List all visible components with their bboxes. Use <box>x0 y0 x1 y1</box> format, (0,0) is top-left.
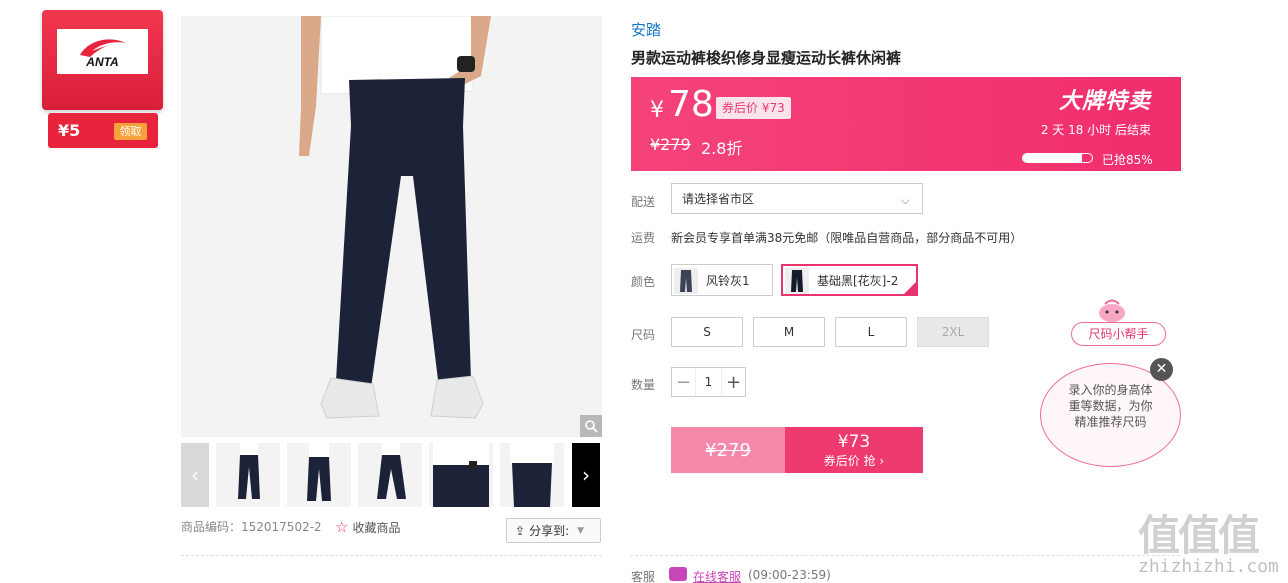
color-option-gray[interactable]: 风铃灰1 <box>671 264 773 296</box>
coupon-amount: ¥5 <box>58 121 81 140</box>
quantity-decrease-button[interactable]: − <box>672 368 695 396</box>
watermark-logo: 值值值 <box>1138 511 1260 560</box>
thumbnail-next-button[interactable]: › <box>572 443 600 507</box>
thumbnail-5[interactable] <box>500 443 564 507</box>
region-select-value: 请选择省市区 <box>682 192 755 206</box>
share-button[interactable]: ⇪ 分享到: ▼ <box>506 518 601 543</box>
product-code: 商品编码：152017502-2 <box>181 520 322 534</box>
thumbnail-3[interactable] <box>358 443 422 507</box>
close-icon[interactable]: ✕ <box>1150 358 1173 381</box>
sales-progress-fill <box>1023 154 1082 162</box>
thumbnail-2[interactable] <box>287 443 351 507</box>
thumbnail-1[interactable] <box>216 443 280 507</box>
star-icon: ☆ <box>335 518 349 536</box>
anta-logo: ANTA <box>57 29 148 74</box>
size-option-2xl: 2XL <box>917 317 989 347</box>
size-option-m[interactable]: M <box>753 317 825 347</box>
size-label: 尺码 <box>631 328 656 342</box>
product-title: 男款运动裤梭织修身显瘦运动长裤休闲裤 <box>631 49 902 67</box>
discount: 2.8折 <box>701 139 743 158</box>
coupon-price-badge: 券后价 ¥73 <box>716 97 791 119</box>
logo-text: ANTA <box>86 54 119 69</box>
selected-check-icon <box>904 282 916 294</box>
quantity-label: 数量 <box>631 378 656 392</box>
share-icon: ⇪ <box>515 523 526 538</box>
sale-title: 大牌特卖 <box>1058 89 1151 114</box>
brand-card[interactable]: ANTA <box>42 10 163 110</box>
shipping-text: 新会员专享首单满38元免邮（限唯品自营商品，部分商品不可用） <box>671 231 1023 245</box>
price-panel: ¥ 78 券后价 ¥73 ¥279 2.8折 大牌特卖 2 天 18 小时 后结… <box>631 77 1181 171</box>
brand-coupon[interactable]: ¥5 领取 <box>48 113 158 148</box>
pants-model-illustration <box>181 16 602 437</box>
quantity-input[interactable]: 1 <box>695 368 722 396</box>
buy-price: ¥73 <box>837 431 871 452</box>
original-price: ¥279 <box>650 135 691 154</box>
delivery-label: 配送 <box>631 195 656 209</box>
color-option-black[interactable]: 基础黑[花灰]-2 <box>781 264 918 296</box>
chat-icon <box>669 567 687 581</box>
mascot-icon <box>1099 299 1125 322</box>
thumbnail-prev-button[interactable]: ‹ <box>181 443 209 507</box>
favorite-label: 收藏商品 <box>352 520 401 535</box>
service-hours: (09:00-23:59) <box>748 568 831 582</box>
current-price: 78 <box>668 84 714 125</box>
sales-progress-bar <box>1022 153 1093 163</box>
brand-link[interactable]: 安踏 <box>631 19 661 40</box>
buy-action-label: 券后价 抢 › <box>823 453 885 468</box>
quantity-stepper: − 1 + <box>671 367 746 397</box>
shipping-label: 运费 <box>631 231 656 245</box>
service-label: 客服 <box>631 570 656 583</box>
sales-progress-text: 已抢85% <box>1102 153 1153 167</box>
color-swatch <box>785 268 809 294</box>
color-swatch <box>674 268 698 294</box>
size-option-l[interactable]: L <box>835 317 907 347</box>
zoom-icon[interactable] <box>580 415 602 437</box>
thumbnail-4[interactable] <box>429 443 493 507</box>
size-option-s[interactable]: S <box>671 317 743 347</box>
divider <box>630 555 1180 556</box>
quantity-increase-button[interactable]: + <box>722 368 745 396</box>
chevron-down-icon: ⌵ <box>900 193 910 207</box>
buy-now-button[interactable]: ¥73 券后价 抢 › <box>785 427 923 473</box>
color-option-label: 基础黑[花灰]-2 <box>817 273 899 288</box>
currency-symbol: ¥ <box>650 98 664 123</box>
buy-original-price[interactable]: ¥279 <box>671 427 785 473</box>
color-label: 颜色 <box>631 275 656 289</box>
share-label: 分享到: <box>529 524 570 538</box>
divider <box>181 555 602 556</box>
region-select[interactable]: 请选择省市区 ⌵ <box>671 183 923 214</box>
size-helper-button[interactable]: 尺码小帮手 <box>1071 322 1166 346</box>
countdown: 2 天 18 小时 后结束 <box>1040 123 1151 137</box>
online-service-link[interactable]: 在线客服 <box>693 568 741 583</box>
claim-coupon-button[interactable]: 领取 <box>114 123 147 140</box>
chevron-down-icon: ▼ <box>577 525 585 536</box>
main-product-image[interactable] <box>181 16 602 437</box>
favorite-button[interactable]: ☆ 收藏商品 <box>335 518 400 536</box>
color-option-label: 风铃灰1 <box>706 273 750 288</box>
watermark-url: zhizhizhi.com <box>1138 556 1279 577</box>
